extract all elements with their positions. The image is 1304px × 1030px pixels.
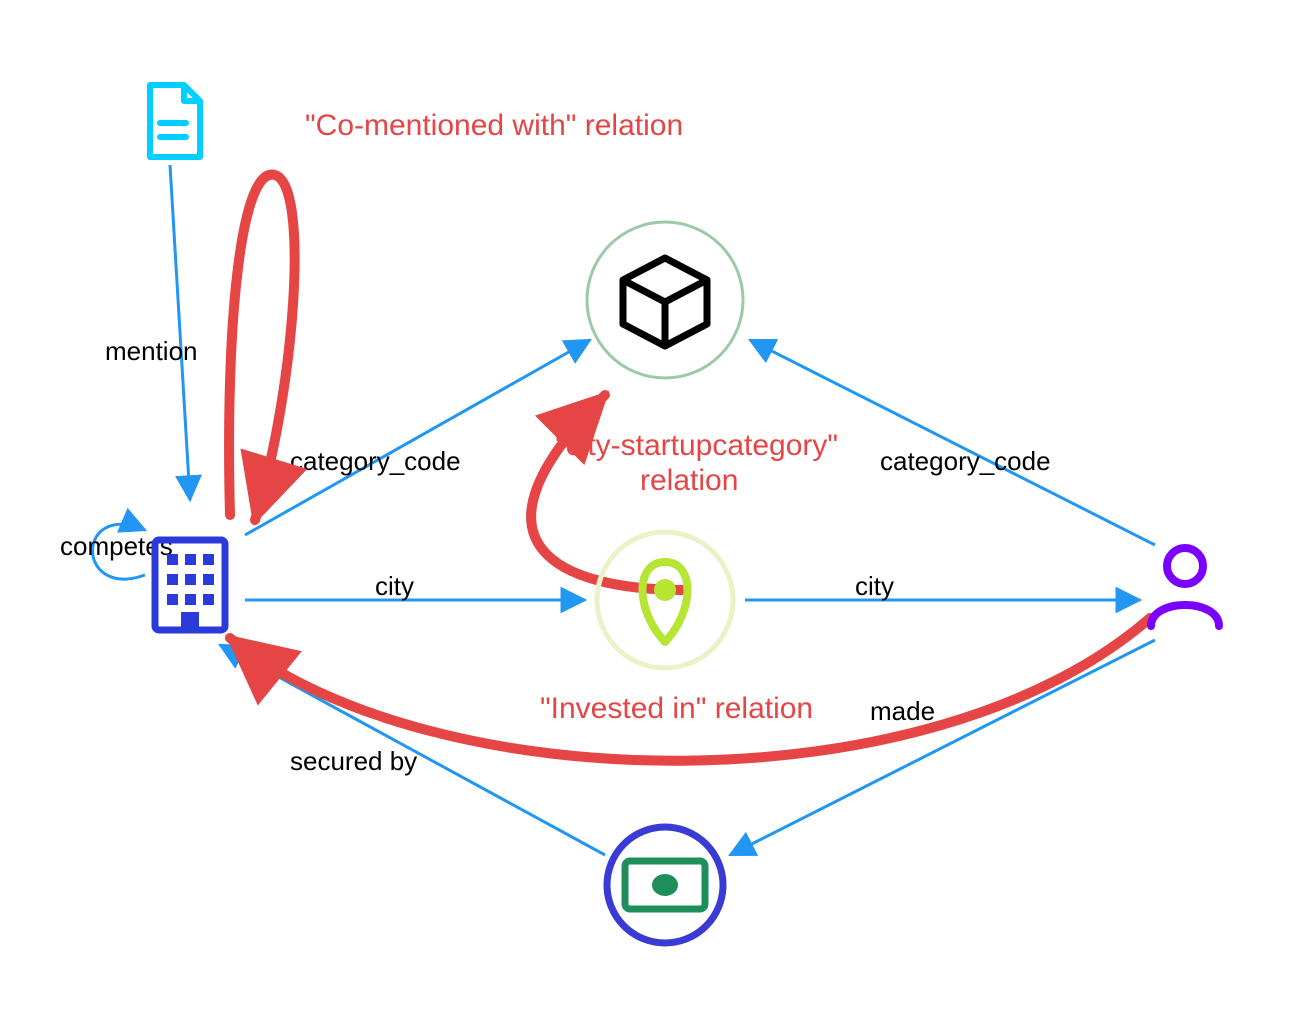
person-icon	[1151, 548, 1219, 626]
edge-category-left	[245, 340, 590, 535]
node-category	[587, 222, 743, 378]
edge-secured-by-label: secured by	[290, 746, 417, 776]
relationship-diagram: mention competes category_code category_…	[0, 0, 1304, 1030]
banknote-icon	[625, 861, 705, 909]
node-money	[607, 827, 723, 943]
box3d-icon	[623, 258, 707, 346]
node-document	[150, 85, 200, 157]
document-icon	[150, 85, 200, 157]
annotation-invested-in-text: "Invested in" relation	[540, 692, 813, 725]
edge-category-left-label: category_code	[290, 446, 461, 476]
annotation-city-category-line1: "city-startupcategory"	[555, 429, 838, 462]
edge-made-label: made	[870, 696, 935, 726]
annotation-city-category-line2: relation	[640, 464, 738, 497]
edge-city-right-label: city	[855, 571, 894, 601]
edge-made	[730, 640, 1155, 855]
edge-city-left-label: city	[375, 571, 414, 601]
annotation-arrow-invested-in	[230, 618, 1150, 761]
location-pin-icon	[643, 562, 688, 642]
edge-mention-label: mention	[105, 336, 198, 366]
annotation-arrow-co-mentioned	[229, 175, 295, 520]
edge-mention	[170, 165, 190, 500]
edge-category-right-label: category_code	[880, 446, 1051, 476]
annotation-co-mentioned-text: "Co-mentioned with" relation	[305, 109, 683, 142]
node-person	[1151, 548, 1219, 626]
node-city	[597, 532, 733, 668]
